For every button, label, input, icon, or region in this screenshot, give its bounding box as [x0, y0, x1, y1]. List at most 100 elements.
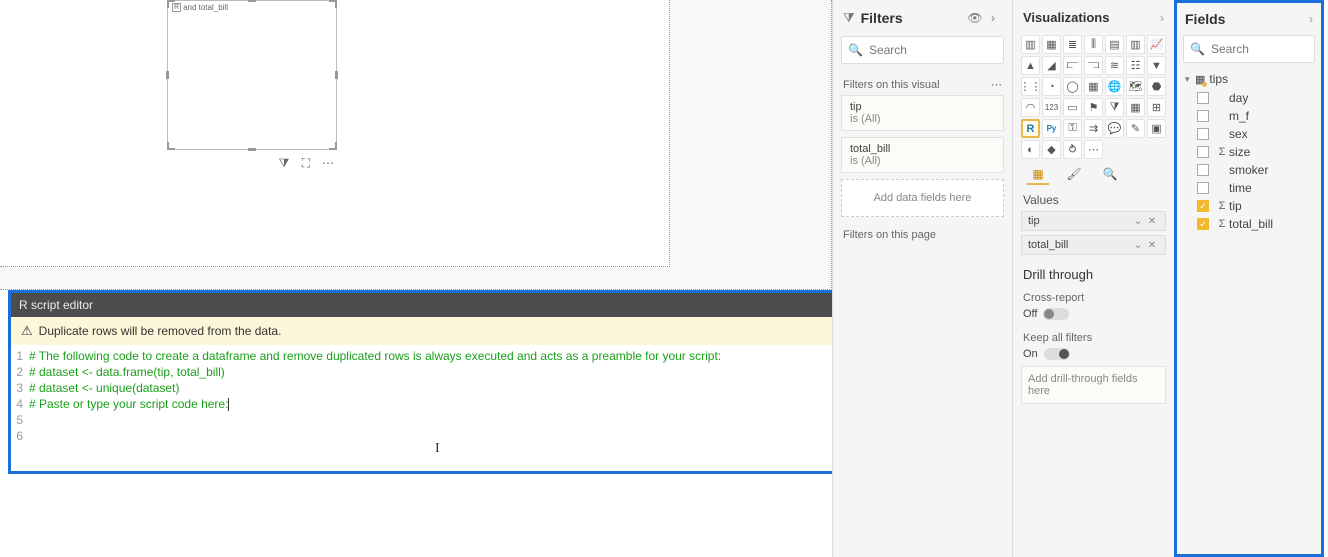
fields-tab-icon: ▦ [1032, 167, 1043, 181]
field-row-sex[interactable]: sex [1183, 125, 1315, 143]
fields-collapse-icon[interactable]: › [1309, 12, 1313, 26]
field-checkbox[interactable] [1197, 128, 1209, 140]
visual-focus-icon[interactable]: ⛶ [298, 155, 314, 171]
warning-icon: ⚠ [21, 323, 33, 339]
code-line: # Paste or type your script code here: [29, 397, 228, 411]
viz-stacked-column-icon[interactable]: ▦ [1042, 35, 1061, 54]
viz-arcgis-icon[interactable]: ◐ [1021, 140, 1040, 159]
field-checkbox[interactable] [1197, 92, 1209, 104]
viz-scatter-icon[interactable]: ⋮⋮ [1021, 77, 1040, 96]
r-visual-placeholder[interactable]: Rand total_bill ⧩ ⛶ ⋯ [167, 0, 337, 150]
viz-area-icon[interactable]: ▲ [1021, 56, 1040, 75]
cross-report-label: Cross-report [1013, 286, 1174, 306]
viz-gallery: ▥ ▦ ≣ ⫼ ▤ ▥ 📈 ▲ ◢ ⫍ ⫎ ≋ ☷ ▼ ⋮⋮ ◔ ◯ ▦ 🌐 🗺… [1013, 35, 1174, 161]
filter-card-tip[interactable]: tip is (All) [841, 95, 1004, 131]
field-checkbox[interactable] [1197, 146, 1209, 158]
viz-tab-analytics[interactable]: 🔍 [1099, 167, 1121, 185]
viz-line-col2-icon[interactable]: ⫎ [1084, 56, 1103, 75]
field-checkbox[interactable] [1197, 182, 1209, 194]
viz-clustered-column-icon[interactable]: ⫼ [1084, 35, 1103, 54]
viz-100col-icon[interactable]: ▥ [1126, 35, 1145, 54]
field-name: size [1229, 145, 1250, 159]
field-row-smoker[interactable]: smoker [1183, 161, 1315, 179]
field-name: time [1229, 181, 1252, 195]
field-row-day[interactable]: day [1183, 89, 1315, 107]
filters-search[interactable]: 🔍 Search [841, 36, 1004, 64]
field-checkbox[interactable] [1197, 164, 1209, 176]
viz-ribbon-icon[interactable]: ≋ [1105, 56, 1124, 75]
viz-python-icon[interactable]: Py [1042, 119, 1061, 138]
field-name: m_f [1229, 109, 1249, 123]
fields-search[interactable]: 🔍Search [1183, 35, 1315, 63]
viz-table-icon[interactable]: ▦ [1126, 98, 1145, 117]
sigma-icon: Σ [1217, 146, 1227, 158]
viz-kpi-icon[interactable]: ⚑ [1084, 98, 1103, 117]
pill-chevron-icon[interactable]: ⌄ [1131, 240, 1145, 251]
field-checkbox[interactable] [1197, 200, 1209, 212]
viz-automate-icon[interactable]: ⥁ [1063, 140, 1082, 159]
section-more-icon[interactable]: ⋯ [991, 78, 1002, 91]
pill-chevron-icon[interactable]: ⌄ [1131, 216, 1145, 227]
filter-card-total-bill[interactable]: total_bill is (All) [841, 137, 1004, 173]
viz-r-icon[interactable]: R [1021, 119, 1040, 138]
viz-treemap-icon[interactable]: ▦ [1084, 77, 1103, 96]
viz-line-col-icon[interactable]: ⫍ [1063, 56, 1082, 75]
viz-matrix-icon[interactable]: ⊞ [1147, 98, 1166, 117]
sigma-icon: Σ [1217, 218, 1227, 230]
viz-line-icon[interactable]: 📈 [1147, 35, 1166, 54]
viz-paginated-icon[interactable]: ▣ [1147, 119, 1166, 138]
visual-filter-icon[interactable]: ⧩ [276, 155, 292, 171]
viz-map-icon[interactable]: 🌐 [1105, 77, 1124, 96]
cross-report-toggle[interactable]: Off [1023, 308, 1164, 320]
viz-smart-icon[interactable]: ✎ [1126, 119, 1145, 138]
viz-shape-map-icon[interactable]: ⬣ [1147, 77, 1166, 96]
field-row-size[interactable]: Σsize [1183, 143, 1315, 161]
filters-visibility-icon[interactable]: 👁 [966, 11, 984, 25]
search-placeholder: Search [869, 43, 907, 57]
keep-filters-toggle[interactable]: On [1023, 348, 1164, 360]
visual-more-icon[interactable]: ⋯ [320, 155, 336, 171]
field-checkbox[interactable] [1197, 218, 1209, 230]
values-label: Values [1013, 185, 1174, 211]
viz-powerapps-icon[interactable]: ◆ [1042, 140, 1061, 159]
viz-clustered-bar-icon[interactable]: ≣ [1063, 35, 1082, 54]
value-pill-tip[interactable]: tip⌄✕ [1021, 211, 1166, 231]
viz-key-influencers-icon[interactable]: ⚿ [1063, 119, 1082, 138]
field-row-time[interactable]: time [1183, 179, 1315, 197]
drill-through-label: Drill through [1013, 259, 1174, 286]
viz-card-icon[interactable]: 123 [1042, 98, 1061, 117]
filters-collapse-icon[interactable]: › [984, 11, 1002, 25]
viz-multirow-icon[interactable]: ▭ [1063, 98, 1082, 117]
pill-remove-icon[interactable]: ✕ [1145, 240, 1159, 251]
viz-qa-icon[interactable]: 💬 [1105, 119, 1124, 138]
viz-donut-icon[interactable]: ◯ [1063, 77, 1082, 96]
viz-waterfall-icon[interactable]: ☷ [1126, 56, 1145, 75]
value-pill-total-bill[interactable]: total_bill⌄✕ [1021, 235, 1166, 255]
filters-title: Filters [861, 10, 966, 26]
field-row-tip[interactable]: Σtip [1183, 197, 1315, 215]
field-row-m_f[interactable]: m_f [1183, 107, 1315, 125]
viz-filled-map-icon[interactable]: 🗺 [1126, 77, 1145, 96]
sigma-icon: Σ [1217, 200, 1227, 212]
pill-remove-icon[interactable]: ✕ [1145, 216, 1159, 227]
viz-more-icon[interactable]: ⋯ [1084, 140, 1103, 159]
viz-tab-format[interactable]: 🖌 [1063, 167, 1085, 185]
format-tab-icon: 🖌 [1066, 167, 1081, 181]
field-checkbox[interactable] [1197, 110, 1209, 122]
viz-funnel-icon[interactable]: ▼ [1147, 56, 1166, 75]
drill-through-dropzone[interactable]: Add drill-through fields here [1021, 366, 1166, 404]
viz-slicer-icon[interactable]: ⧩ [1105, 98, 1124, 117]
viz-stacked-bar-icon[interactable]: ▥ [1021, 35, 1040, 54]
viz-tab-fields[interactable]: ▦ [1027, 167, 1049, 185]
viz-100bar-icon[interactable]: ▤ [1105, 35, 1124, 54]
viz-collapse-icon[interactable]: › [1160, 11, 1164, 25]
viz-gauge-icon[interactable]: ◠ [1021, 98, 1040, 117]
filter-dropzone[interactable]: Add data fields here [841, 179, 1004, 217]
viz-stacked-area-icon[interactable]: ◢ [1042, 56, 1061, 75]
viz-pie-icon[interactable]: ◔ [1042, 77, 1061, 96]
table-tips[interactable]: ▾▦tips [1183, 69, 1315, 89]
r-editor-title: R script editor [19, 298, 93, 312]
field-row-total_bill[interactable]: Σtotal_bill [1183, 215, 1315, 233]
viz-decomp-icon[interactable]: ⇉ [1084, 119, 1103, 138]
report-canvas[interactable]: Rand total_bill ⧩ ⛶ ⋯ [0, 0, 832, 290]
